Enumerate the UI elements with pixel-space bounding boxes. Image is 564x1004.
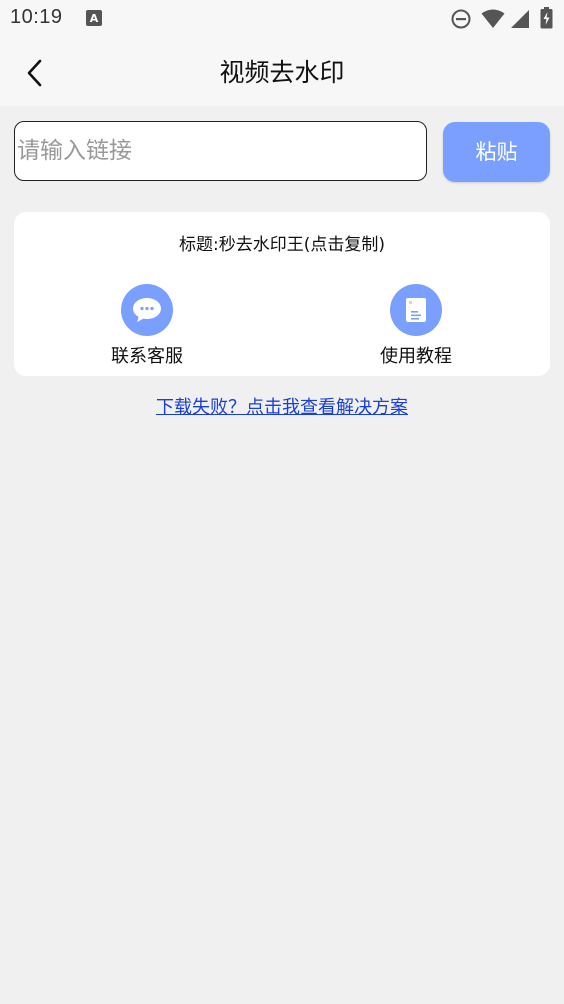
back-button[interactable] — [14, 52, 56, 94]
page-title: 视频去水印 — [219, 58, 345, 87]
signal-icon — [510, 9, 530, 33]
download-failed-help-link[interactable]: 下载失败？点击我查看解决方案 — [0, 393, 564, 419]
chat-bubble-icon — [121, 284, 173, 336]
status-bar: 10:19 A — [0, 0, 564, 40]
do-not-disturb-icon — [451, 9, 471, 33]
info-card: 标题:秒去水印王(点击复制) 联系客服 使用教程 — [14, 212, 550, 376]
link-input[interactable] — [14, 121, 427, 181]
contact-service-label: 联系客服 — [111, 346, 183, 367]
back-arrow-icon — [27, 59, 42, 87]
svg-text:A: A — [90, 12, 99, 25]
tutorial-button[interactable]: 使用教程 — [346, 284, 486, 368]
card-title[interactable]: 标题:秒去水印王(点击复制) — [14, 230, 550, 255]
status-time: 10:19 — [10, 6, 63, 28]
contact-service-button[interactable]: 联系客服 — [77, 284, 217, 368]
tutorial-label: 使用教程 — [380, 346, 452, 367]
battery-charging-icon — [540, 7, 553, 33]
font-a-icon: A — [86, 10, 102, 30]
app-bar: 视频去水印 — [0, 40, 564, 106]
wifi-icon — [481, 9, 505, 33]
document-icon — [390, 284, 442, 336]
paste-button[interactable]: 粘贴 — [443, 122, 550, 182]
